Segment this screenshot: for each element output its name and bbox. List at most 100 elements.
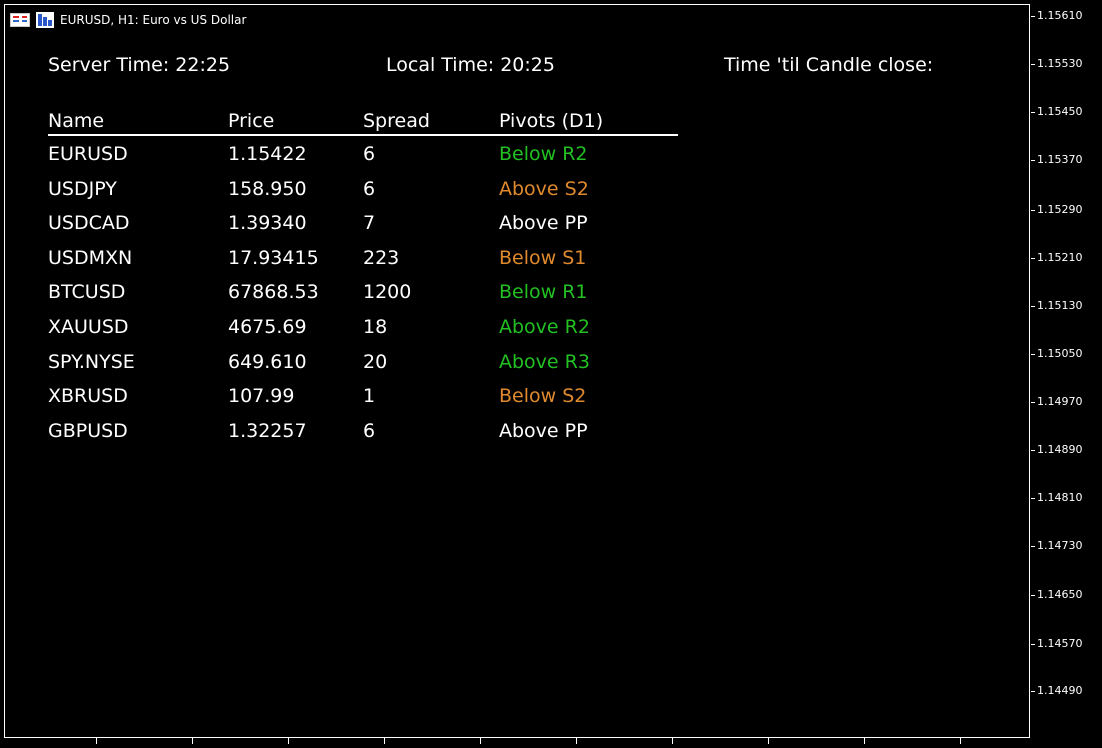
table-row: GBPUSD 1.32257 6 Above PP: [48, 420, 678, 455]
time-tick: [96, 738, 97, 744]
price-tick: 1.14570: [1031, 637, 1102, 651]
symbol-price: 649.610: [228, 350, 307, 373]
symbol-spread: 1200: [363, 281, 412, 304]
symbol-spread: 6: [363, 177, 376, 200]
price-tick-label: 1.14730: [1037, 539, 1083, 552]
symbol-pivot: Below S2: [499, 385, 587, 408]
symbol-pivot: Below S1: [499, 246, 587, 269]
price-tick-label: 1.15210: [1037, 251, 1083, 264]
price-tick: 1.14650: [1031, 588, 1102, 602]
column-header-pivots: Pivots (D1): [499, 110, 604, 132]
price-tick-label: 1.15050: [1037, 347, 1083, 360]
symbol-spread: 18: [363, 315, 388, 338]
server-time-label: Server Time: 22:25: [48, 54, 231, 76]
price-scale[interactable]: 1.15610 1.15530 1.15450 1.15370 1.15290 …: [1031, 0, 1102, 748]
column-header-spread: Spread: [363, 110, 430, 132]
price-tick: 1.15530: [1031, 57, 1102, 71]
symbol-name: GBPUSD: [48, 419, 128, 442]
price-tick-label: 1.14890: [1037, 443, 1083, 456]
price-tick-label: 1.15290: [1037, 203, 1083, 216]
local-time-label: Local Time: 20:25: [386, 54, 555, 76]
symbol-name: XAUUSD: [48, 315, 129, 338]
table-row: SPY.NYSE 649.610 20 Above R3: [48, 351, 678, 386]
price-tick-label: 1.15610: [1037, 9, 1083, 22]
chart-window: EURUSD, H1: Euro vs US Dollar Server Tim…: [0, 0, 1102, 748]
price-tick: 1.15290: [1031, 203, 1102, 217]
symbol-pivot: Above PP: [499, 212, 588, 235]
time-tick: [672, 738, 673, 744]
time-tick: [960, 738, 961, 744]
price-tick-label: 1.14570: [1037, 637, 1083, 650]
time-scale[interactable]: [4, 738, 1030, 748]
column-header-name: Name: [48, 110, 105, 132]
price-tick: 1.14970: [1031, 395, 1102, 409]
symbol-name: SPY.NYSE: [48, 350, 135, 373]
symbol-name: XBRUSD: [48, 385, 128, 408]
symbol-pivot: Above S2: [499, 177, 589, 200]
column-header-price: Price: [228, 110, 275, 132]
symbol-price: 4675.69: [228, 315, 307, 338]
table-row: USDMXN 17.93415 223 Below S1: [48, 247, 678, 282]
symbol-spread: 6: [363, 419, 376, 442]
price-tick-label: 1.14970: [1037, 395, 1083, 408]
grid-icon: [10, 13, 30, 27]
candlestick-icon: [36, 12, 54, 28]
symbol-price: 1.39340: [228, 212, 307, 235]
price-tick: 1.14810: [1031, 491, 1102, 505]
symbol-pivot: Above PP: [499, 419, 588, 442]
table-row: USDJPY 158.950 6 Above S2: [48, 178, 678, 213]
symbol-name: USDCAD: [48, 212, 130, 235]
symbol-name: USDJPY: [48, 177, 117, 200]
symbol-spread: 20: [363, 350, 388, 373]
price-tick: 1.15370: [1031, 153, 1102, 167]
candle-close-label: Time 'til Candle close:: [724, 54, 934, 76]
symbol-spread: 6: [363, 143, 376, 165]
price-tick-label: 1.15370: [1037, 153, 1083, 166]
symbol-price: 1.15422: [228, 143, 307, 165]
price-tick: 1.15450: [1031, 105, 1102, 119]
symbol-name: EURUSD: [48, 143, 128, 165]
symbol-price: 1.32257: [228, 419, 307, 442]
price-tick: 1.14890: [1031, 443, 1102, 457]
symbol-pivot: Above R2: [499, 315, 590, 338]
time-tick: [192, 738, 193, 744]
symbol-spread: 1: [363, 385, 376, 408]
table-row: XBRUSD 107.99 1 Below S2: [48, 385, 678, 420]
table-row: BTCUSD 67868.53 1200 Below R1: [48, 281, 678, 316]
table-row: USDCAD 1.39340 7 Above PP: [48, 212, 678, 247]
time-tick: [576, 738, 577, 744]
symbol-pivot: Below R1: [499, 281, 588, 304]
price-tick-label: 1.15530: [1037, 57, 1083, 70]
symbol-spread: 223: [363, 246, 400, 269]
price-tick: 1.15610: [1031, 9, 1102, 23]
time-tick: [768, 738, 769, 744]
symbol-price: 107.99: [228, 385, 295, 408]
symbol-price: 17.93415: [228, 246, 319, 269]
time-tick: [864, 738, 865, 744]
symbol-price: 67868.53: [228, 281, 319, 304]
chart-title-bar: EURUSD, H1: Euro vs US Dollar: [10, 10, 246, 30]
price-tick: 1.14490: [1031, 684, 1102, 698]
price-tick-label: 1.14650: [1037, 588, 1083, 601]
symbol-price: 158.950: [228, 177, 307, 200]
chart-title: EURUSD, H1: Euro vs US Dollar: [60, 13, 247, 27]
price-tick-label: 1.14490: [1037, 684, 1083, 697]
symbol-pivot: Below R2: [499, 143, 588, 165]
symbol-name: BTCUSD: [48, 281, 126, 304]
price-tick: 1.15050: [1031, 347, 1102, 361]
symbol-name: USDMXN: [48, 246, 133, 269]
price-tick: 1.14730: [1031, 539, 1102, 553]
table-row: EURUSD 1.15422 6 Below R2: [48, 143, 678, 178]
price-tick-label: 1.14810: [1037, 491, 1083, 504]
price-tick-label: 1.15450: [1037, 105, 1083, 118]
table-row: XAUUSD 4675.69 18 Above R2: [48, 316, 678, 351]
price-tick: 1.15210: [1031, 251, 1102, 265]
symbol-spread: 7: [363, 212, 376, 235]
time-tick: [384, 738, 385, 744]
symbol-pivot: Above R3: [499, 350, 590, 373]
time-tick: [480, 738, 481, 744]
time-tick: [288, 738, 289, 744]
price-tick: 1.15130: [1031, 299, 1102, 313]
price-tick-label: 1.15130: [1037, 299, 1083, 312]
table-header: Name Price Spread Pivots (D1): [48, 110, 678, 136]
